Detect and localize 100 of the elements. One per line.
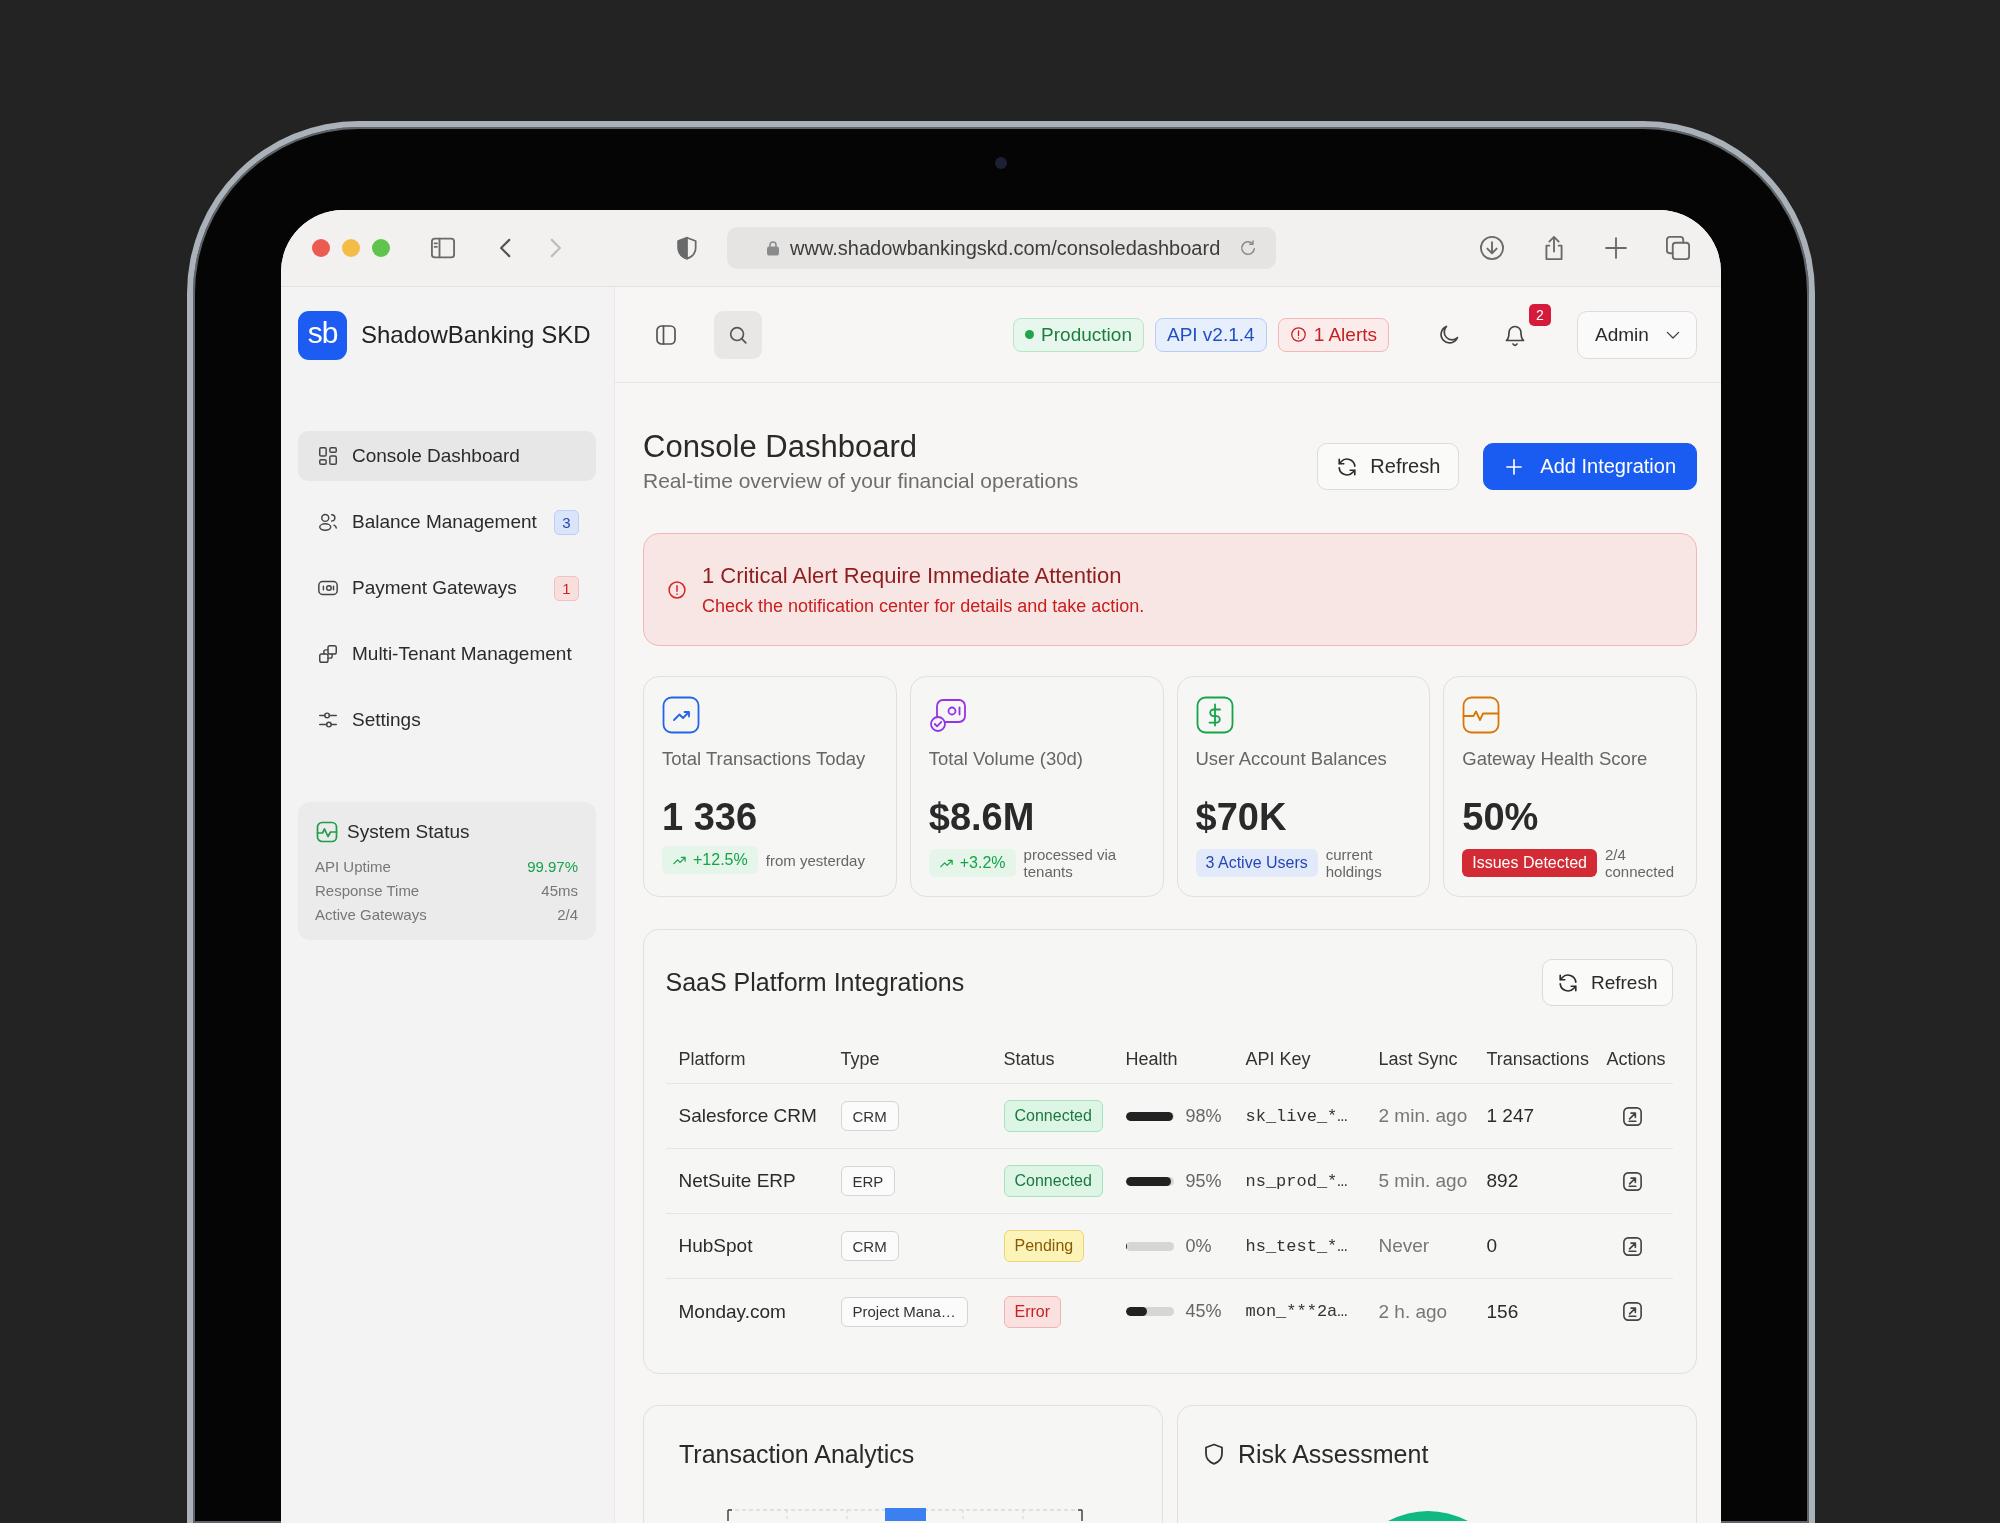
transaction-count: 1 247 (1486, 1105, 1535, 1127)
linked-squares-icon (317, 643, 339, 665)
stat-note: 2/4 connected (1605, 846, 1676, 880)
open-external-icon[interactable] (1621, 1104, 1644, 1128)
change-value: +3.2% (959, 854, 1006, 872)
api-key: mon_***2a… (1245, 1302, 1348, 1321)
page-subtitle: Real-time overview of your financial operations (643, 468, 1079, 494)
shield-icon (1202, 1442, 1226, 1466)
alert-icon (667, 579, 687, 600)
status-tag: Connected (1003, 1100, 1103, 1132)
reload-icon[interactable] (1238, 238, 1258, 258)
nav-item[interactable]: Multi-Tenant Management (298, 629, 596, 679)
column-header: Actions (1606, 1049, 1666, 1070)
column-header: Health (1125, 1049, 1178, 1070)
nav-item[interactable]: Payment Gateways 1 (298, 563, 596, 613)
section-title: SaaS Platform Integrations (665, 968, 965, 997)
refresh-icon (1336, 455, 1359, 478)
brand-logo: sb (298, 310, 347, 360)
last-sync: Never (1378, 1235, 1430, 1257)
open-external-icon[interactable] (1621, 1300, 1644, 1323)
panel-toggle-icon[interactable] (654, 322, 678, 347)
users-icon (317, 511, 339, 533)
front-camera-icon (995, 157, 1007, 169)
status-title: System Status (347, 821, 470, 843)
add-integration-button[interactable]: Add Integration (1483, 443, 1697, 490)
stat-label: Total Volume (30d) (928, 747, 1083, 771)
status-dot-icon (1025, 330, 1035, 339)
change-value: +12.5% (693, 851, 748, 869)
status-label: Active Gateways (315, 905, 427, 923)
panel-title: Risk Assessment (1238, 1439, 1429, 1469)
new-tab-icon[interactable] (1602, 234, 1630, 262)
refresh-button[interactable]: Refresh (1541, 959, 1673, 1006)
status-tag: Error (1003, 1295, 1062, 1328)
brand-name: ShadowBanking SKD (361, 321, 591, 349)
stat-value: 1 336 (662, 795, 758, 840)
stat-value: $8.6M (928, 795, 1035, 840)
shield-icon[interactable] (674, 235, 700, 261)
last-sync: 2 h. ago (1378, 1300, 1448, 1323)
column-header: Type (840, 1049, 880, 1070)
nav-item[interactable]: Console Dashboard (298, 431, 596, 481)
address-bar[interactable]: www.shadowbankingskd.com/consoledashboard (727, 227, 1276, 269)
refresh-icon (1556, 971, 1579, 994)
transaction-count: 892 (1486, 1170, 1519, 1192)
api-key: sk_live_*… (1245, 1106, 1348, 1126)
type-tag: CRM (840, 1231, 899, 1261)
download-icon[interactable] (1478, 234, 1506, 262)
search-button[interactable] (714, 310, 762, 359)
stat-label: User Account Balances (1195, 747, 1387, 771)
api-key: ns_prod_*… (1245, 1171, 1348, 1191)
issues-tag: Issues Detected (1462, 849, 1597, 877)
stat-label: Gateway Health Score (1462, 747, 1648, 771)
plus-icon (1504, 456, 1525, 477)
environment-label: Production (1041, 323, 1132, 346)
nav-item[interactable]: Settings (298, 695, 596, 745)
health-bar (1125, 1241, 1174, 1251)
platform-name: HubSpot (678, 1235, 753, 1257)
health-reading: 45% (1185, 1301, 1222, 1322)
sliders-icon (317, 709, 339, 731)
open-external-icon[interactable] (1621, 1169, 1644, 1193)
count-badge: 1 (554, 575, 579, 601)
transaction-count: 0 (1486, 1235, 1498, 1257)
version-tag: API v2.1.4 (1154, 317, 1267, 352)
platform-name: Monday.com (678, 1300, 786, 1323)
status-label: Response Time (315, 881, 420, 899)
open-external-icon[interactable] (1621, 1234, 1644, 1258)
health-bar (1125, 1176, 1174, 1186)
health-reading: 0% (1185, 1235, 1212, 1257)
health-reading: 98% (1185, 1105, 1222, 1127)
stat-note: processed via tenants (1023, 846, 1118, 880)
platform-name: Salesforce CRM (678, 1105, 817, 1127)
column-header: Status (1003, 1049, 1055, 1070)
stat-label: Total Transactions Today (662, 747, 866, 771)
status-value: 99.97% (527, 857, 578, 875)
alert-message: Check the notification center for details and take action. (702, 594, 1145, 618)
type-tag: ERP (840, 1166, 896, 1196)
nav-item[interactable]: Balance Management 3 (298, 497, 596, 547)
alerts-tag[interactable]: 1 Alerts (1277, 317, 1389, 352)
count-badge: 3 (554, 509, 579, 535)
status-tag: Pending (1003, 1230, 1085, 1262)
column-header: Transactions (1486, 1049, 1589, 1070)
health-bar (1125, 1111, 1174, 1121)
alert-icon (1289, 326, 1307, 343)
page-title: Console Dashboard (643, 428, 918, 466)
user-menu-button[interactable]: Admin (1577, 310, 1697, 359)
close-window-icon[interactable] (312, 239, 330, 257)
users-tag: 3 Active Users (1195, 849, 1318, 877)
column-header: API Key (1245, 1049, 1311, 1070)
tabs-overview-icon[interactable] (1664, 234, 1692, 262)
last-sync: 5 min. ago (1378, 1170, 1468, 1192)
dashboard-grid-icon (317, 445, 339, 467)
panel-title: Transaction Analytics (679, 1439, 915, 1469)
notification-count: 2 (1529, 303, 1551, 326)
status-label: API Uptime (315, 857, 391, 875)
refresh-button[interactable]: Refresh (1317, 443, 1460, 490)
column-header: Platform (678, 1049, 746, 1070)
stat-note: from yesterday (765, 851, 866, 869)
activity-icon (315, 820, 339, 844)
type-tag: Project Mana… (840, 1296, 968, 1327)
platform-name: NetSuite ERP (678, 1170, 796, 1192)
alerts-label: 1 Alerts (1313, 323, 1377, 346)
